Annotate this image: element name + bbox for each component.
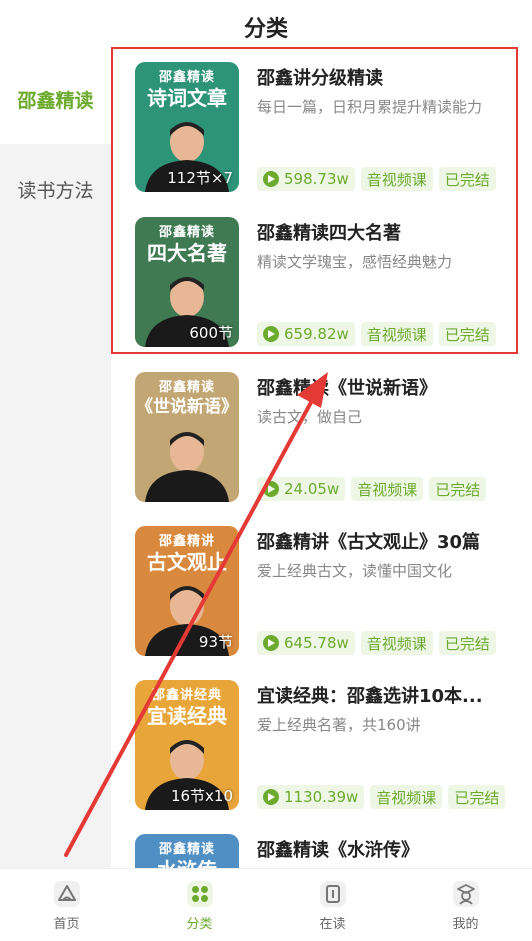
tab-label: 分类 [186,916,213,932]
course-cover: 邵鑫讲经典 宜读经典 16节x10 [135,680,239,810]
course-cover: 邵鑫精读 诗词文章 112节×7 [135,62,239,192]
page-title: 分类 [243,17,288,42]
course-card[interactable]: 邵鑫讲经典 宜读经典 16节x10 宜读经典：邵鑫选讲10本... 爱上经典名著… [111,672,532,810]
play-count-badge: 1130.39w [257,785,365,809]
profile-icon [452,880,479,907]
status-badge: 已完结 [429,477,487,501]
play-icon [263,326,279,342]
cover-title: 《世说新语》 [136,397,238,417]
play-count-badge: 24.05w [257,477,346,501]
play-count: 659.82w [284,325,349,343]
course-cover: 邵鑫精读 《世说新语》 [135,372,239,502]
status-badge: 已完结 [438,322,496,346]
course-desc: 每日一篇，日积月累提升精读能力 [257,98,483,116]
bottom-tab-bar: 首页 分类 在读 我的 [0,868,532,941]
play-icon [263,481,279,497]
course-desc: 爱上经典古文，读懂中国文化 [257,562,453,580]
course-card[interactable]: 邵鑫精讲 古文观止 93节 邵鑫精讲《古文观止》30篇 爱上经典古文，读懂中国文… [111,518,532,656]
tab-profile[interactable]: 我的 [399,869,532,941]
cover-count: 16节x10 [170,787,233,805]
reading-icon [319,880,346,907]
teacher-portrait-icon [145,432,229,502]
category-sidebar: 邵鑫精读 读书方法 [0,54,111,868]
course-card[interactable]: 邵鑫精读 四大名著 600节 邵鑫精读四大名著 精读文学瑰宝，感悟经典魅力 65… [111,209,532,347]
course-card[interactable]: 邵鑫精读 水浒传 邵鑫精读《水浒传》 [111,826,532,868]
course-cover: 邵鑫精讲 古文观止 93节 [135,526,239,656]
course-title: 邵鑫精读四大名著 [257,223,401,244]
play-icon [263,789,279,805]
cover-title: 古文观止 [147,550,227,574]
play-icon [263,171,279,187]
play-count: 645.78w [284,634,349,652]
tab-reading[interactable]: 在读 [266,869,399,941]
course-type-badge: 音视频课 [360,167,433,191]
course-meta: 598.73w 音视频课 已完结 [257,167,532,191]
course-card[interactable]: 邵鑫精读 《世说新语》 邵鑫精读《世说新语》 读古文，做自己 24.05w 音视… [111,364,532,502]
sidebar-item-shaoxin-jingdu[interactable]: 邵鑫精读 [0,54,111,144]
course-cover: 邵鑫精读 四大名著 600节 [135,217,239,347]
course-desc: 爱上经典名著，共160讲 [257,716,421,734]
home-icon [53,880,80,907]
course-meta: 645.78w 音视频课 已完结 [257,631,532,655]
course-list: 邵鑫精读 诗词文章 112节×7 邵鑫讲分级精读 每日一篇，日积月累提升精读能力… [111,54,532,868]
play-count-badge: 645.78w [257,631,355,655]
course-title: 邵鑫讲分级精读 [257,68,383,89]
course-title: 邵鑫精读《世说新语》 [257,378,437,399]
play-count: 598.73w [284,170,349,188]
status-badge: 已完结 [438,631,496,655]
course-title: 邵鑫精读《水浒传》 [257,840,419,861]
tab-label: 首页 [53,916,80,932]
tab-label: 在读 [319,916,346,932]
cover-title: 诗词文章 [147,86,227,110]
course-desc: 精读文学瑰宝，感悟经典魅力 [257,253,453,271]
course-title: 邵鑫精讲《古文观止》30篇 [257,532,481,553]
play-count-badge: 598.73w [257,167,355,191]
cover-count: 600节 [189,324,233,342]
status-badge: 已完结 [438,167,496,191]
course-type-badge: 音视频课 [360,631,433,655]
course-type-badge: 音视频课 [351,477,424,501]
course-type-badge: 音视频课 [370,785,443,809]
sidebar-item-label: 邵鑫精读 [17,89,94,112]
course-meta: 1130.39w 音视频课 已完结 [257,785,532,809]
course-title: 宜读经典：邵鑫选讲10本... [257,686,483,707]
cover-title: 四大名著 [147,241,227,265]
page-header: 分类 [0,0,532,54]
status-badge: 已完结 [448,785,506,809]
course-desc: 读古文，做自己 [257,408,363,426]
tab-label: 我的 [452,916,479,932]
course-card[interactable]: 邵鑫精读 诗词文章 112节×7 邵鑫讲分级精读 每日一篇，日积月累提升精读能力… [111,54,532,192]
category-icon [186,880,213,907]
course-meta: 24.05w 音视频课 已完结 [257,477,532,501]
play-count: 24.05w [284,480,340,498]
course-type-badge: 音视频课 [360,322,433,346]
tab-home[interactable]: 首页 [0,869,133,941]
cover-title: 宜读经典 [147,704,227,728]
play-count-badge: 659.82w [257,322,355,346]
sidebar-item-reading-methods[interactable]: 读书方法 [0,144,111,234]
course-meta: 659.82w 音视频课 已完结 [257,322,532,346]
cover-count: 93节 [198,633,233,651]
play-count: 1130.39w [284,788,359,806]
cover-title: 水浒传 [135,854,239,868]
play-icon [263,635,279,651]
sidebar-item-label: 读书方法 [17,179,94,202]
cover-count: 112节×7 [167,169,233,187]
tab-category[interactable]: 分类 [133,869,266,941]
course-cover: 邵鑫精读 水浒传 [135,834,239,868]
